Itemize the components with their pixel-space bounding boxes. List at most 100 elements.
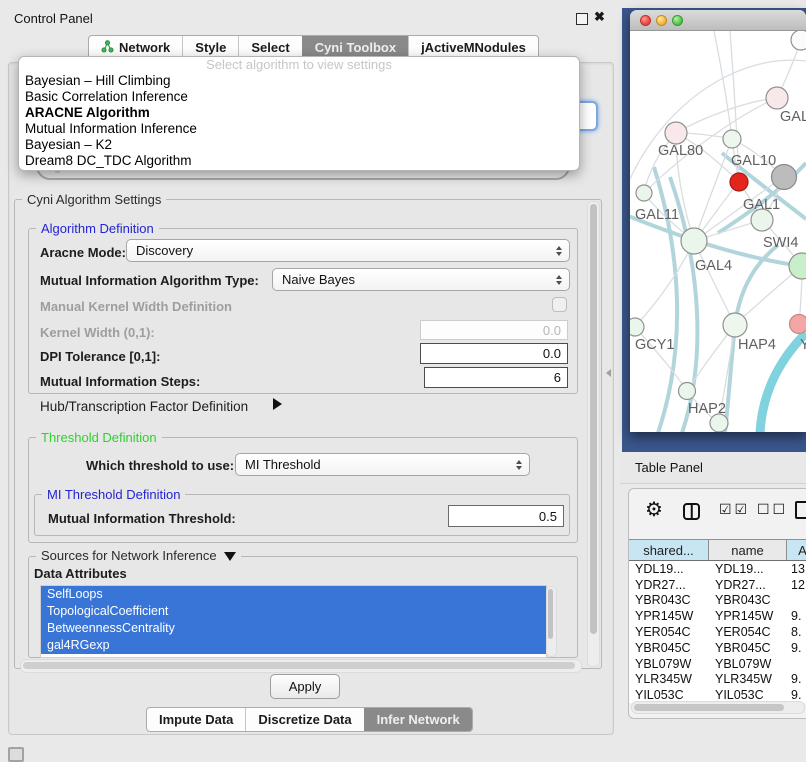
network-node[interactable] bbox=[665, 122, 687, 144]
network-window-titlebar[interactable] bbox=[630, 10, 806, 31]
spinner-arrows-icon bbox=[516, 460, 522, 470]
manual-kernel-checkbox[interactable] bbox=[552, 297, 567, 312]
node-label: GAL10 bbox=[731, 153, 776, 169]
kernel-width-label: Kernel Width (0,1): bbox=[40, 325, 155, 340]
close-traffic-light-icon[interactable] bbox=[640, 15, 651, 26]
network-node[interactable] bbox=[723, 130, 741, 148]
tab-infer-network[interactable]: Infer Network bbox=[364, 708, 472, 731]
minimized-panel-icon[interactable] bbox=[8, 747, 24, 762]
table-row[interactable]: YDR27...YDR27...12 bbox=[629, 577, 806, 593]
table-row[interactable]: YLR345WYLR345W9. bbox=[629, 672, 806, 688]
algorithm-option[interactable]: Bayesian – Hill Climbing bbox=[19, 73, 579, 89]
which-threshold-select[interactable]: MI Threshold bbox=[235, 453, 530, 476]
minimize-traffic-light-icon[interactable] bbox=[656, 15, 667, 26]
sources-title: Sources for Network Inference bbox=[36, 548, 241, 563]
table-horizontal-scrollbar[interactable] bbox=[631, 701, 805, 714]
network-node[interactable] bbox=[766, 87, 788, 109]
document-icon[interactable] bbox=[795, 501, 806, 519]
mi-steps-input[interactable]: 6 bbox=[424, 367, 568, 388]
data-attribute-item[interactable]: SelfLoops bbox=[41, 586, 546, 603]
table-cell: 13 bbox=[787, 562, 806, 576]
scrollbar-thumb[interactable] bbox=[590, 204, 597, 634]
table-cell: YBR043C bbox=[709, 593, 787, 607]
hub-section-label[interactable]: Hub/Transcription Factor Definition bbox=[40, 399, 248, 414]
scrollbar-thumb[interactable] bbox=[23, 662, 575, 669]
mi-threshold-definition-title: MI Threshold Definition bbox=[42, 487, 185, 502]
apply-button[interactable]: Apply bbox=[270, 674, 340, 699]
table-row[interactable]: YBL079WYBL079W bbox=[629, 656, 806, 672]
node-label: HAP2 bbox=[688, 401, 726, 417]
column-header-partial[interactable]: A bbox=[787, 540, 806, 560]
table-cell: YBL079W bbox=[709, 657, 787, 671]
aracne-mode-select[interactable]: Discovery bbox=[126, 239, 570, 262]
scrollbar-thumb[interactable] bbox=[634, 704, 784, 711]
network-node[interactable] bbox=[636, 185, 652, 201]
network-canvas[interactable]: GALGAL80GAL10GAL1GAL11SWI4GAL4GCY1HAP4YH… bbox=[630, 31, 806, 432]
table-cell: YBL079W bbox=[629, 657, 709, 671]
algorithm-option[interactable]: Basic Correlation Inference bbox=[19, 89, 579, 105]
network-node[interactable] bbox=[630, 318, 644, 336]
table-cell: 12 bbox=[787, 578, 806, 592]
node-label: SWI4 bbox=[763, 235, 798, 251]
data-attribute-item[interactable]: gal4RGexp bbox=[41, 637, 546, 654]
aracne-mode-label: Aracne Mode: bbox=[40, 245, 126, 260]
split-columns-icon[interactable] bbox=[683, 503, 700, 520]
network-node[interactable] bbox=[790, 315, 806, 334]
network-node[interactable] bbox=[791, 31, 806, 50]
panel-splitter-handle[interactable] bbox=[606, 369, 611, 377]
gear-icon[interactable]: ⚙ bbox=[645, 497, 663, 522]
settings-vertical-scrollbar[interactable] bbox=[587, 201, 600, 667]
expand-arrow-icon[interactable] bbox=[273, 398, 282, 410]
tab-impute-data[interactable]: Impute Data bbox=[147, 708, 245, 731]
table-panel-body: ⚙ ☑☑ ☐☐ shared... name A YDL19...YDL19..… bbox=[628, 488, 806, 719]
unchecked-columns-icon[interactable]: ☐☐ bbox=[757, 501, 788, 518]
table-row[interactable]: YDL19...YDL19...13 bbox=[629, 561, 806, 577]
data-attribute-item[interactable]: BetweennessCentrality bbox=[41, 620, 546, 637]
data-attributes-list[interactable]: SelfLoopsTopologicalCoefficientBetweenne… bbox=[40, 585, 547, 658]
table-row[interactable]: YER054CYER054C8. bbox=[629, 624, 806, 640]
control-panel-title: Control Panel bbox=[14, 11, 93, 26]
mi-threshold-input[interactable]: 0.5 bbox=[448, 505, 564, 527]
network-node[interactable] bbox=[723, 313, 747, 337]
network-node[interactable] bbox=[679, 383, 696, 400]
collapse-arrow-icon[interactable] bbox=[224, 552, 236, 561]
table-cell: YBR045C bbox=[629, 641, 709, 655]
tab-discretize-data[interactable]: Discretize Data bbox=[245, 708, 363, 731]
algorithm-option[interactable]: Dream8 DC_TDC Algorithm bbox=[19, 153, 579, 169]
mi-algorithm-type-select[interactable]: Naive Bayes bbox=[272, 268, 570, 291]
data-attribute-item[interactable]: TopologicalCoefficient bbox=[41, 603, 546, 620]
checked-columns-icon[interactable]: ☑☑ bbox=[719, 501, 750, 518]
table-cell: YER054C bbox=[709, 625, 787, 639]
spinner-arrows-icon bbox=[556, 246, 562, 256]
network-edge[interactable] bbox=[694, 241, 735, 325]
algorithm-option[interactable]: Bayesian – K2 bbox=[19, 137, 579, 153]
cyni-bottom-tabbar: Impute Data Discretize Data Infer Networ… bbox=[146, 707, 473, 732]
dpi-tolerance-input[interactable]: 0.0 bbox=[420, 343, 568, 364]
table-cell: YER054C bbox=[629, 625, 709, 639]
table-cell: 9. bbox=[787, 672, 806, 686]
algorithm-option[interactable]: Mutual Information Inference bbox=[19, 121, 579, 137]
algorithm-popup-placeholder: Select algorithm to view settings bbox=[19, 57, 579, 73]
table-header-row: shared... name A bbox=[629, 539, 806, 561]
spinner-arrows-icon bbox=[556, 275, 562, 285]
algorithm-option[interactable]: ARACNE Algorithm bbox=[19, 105, 579, 121]
table-row[interactable]: YPR145WYPR145W9. bbox=[629, 608, 806, 624]
mi-algorithm-type-label: Mutual Information Algorithm Type: bbox=[40, 273, 259, 288]
table-row[interactable]: YBR043CYBR043C bbox=[629, 593, 806, 609]
node-label: GCY1 bbox=[635, 337, 675, 353]
network-window[interactable]: GALGAL80GAL10GAL1GAL11SWI4GAL4GCY1HAP4YH… bbox=[630, 10, 806, 432]
network-node[interactable] bbox=[681, 228, 707, 254]
network-edge[interactable] bbox=[714, 31, 732, 139]
network-edge[interactable] bbox=[635, 241, 694, 327]
settings-horizontal-scrollbar[interactable] bbox=[20, 659, 582, 673]
tab-label: Network bbox=[119, 40, 170, 55]
column-header-name[interactable]: name bbox=[709, 540, 787, 560]
column-header-shared-name[interactable]: shared... bbox=[629, 540, 709, 560]
float-window-icon[interactable] bbox=[576, 13, 588, 25]
close-icon[interactable]: ✖ bbox=[594, 9, 605, 25]
network-node[interactable] bbox=[730, 173, 748, 191]
zoom-traffic-light-icon[interactable] bbox=[672, 15, 683, 26]
table-row[interactable]: YBR045CYBR045C9. bbox=[629, 640, 806, 656]
scrollbar-thumb[interactable] bbox=[548, 589, 553, 639]
attributes-list-scrollbar[interactable] bbox=[546, 586, 557, 657]
